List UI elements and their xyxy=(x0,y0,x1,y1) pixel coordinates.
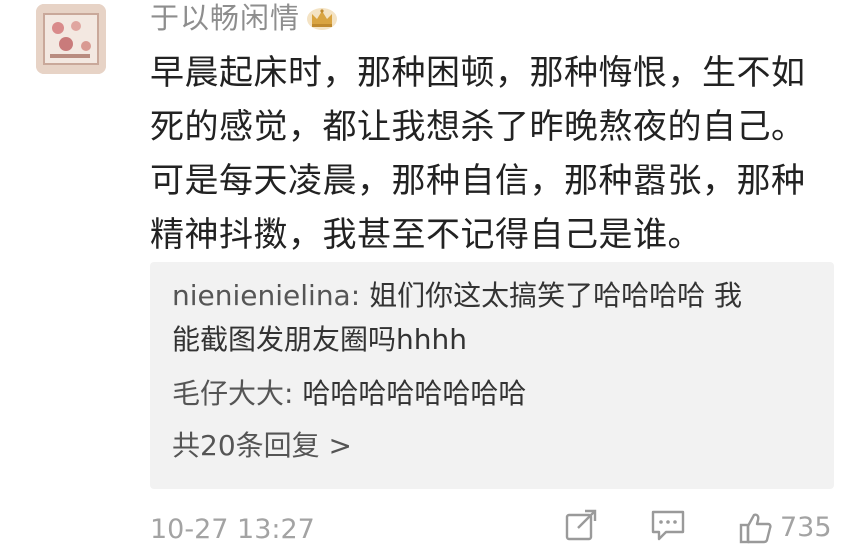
more-replies-link[interactable]: 共20条回复 > xyxy=(172,424,834,468)
author-row: 于以畅闲情 xyxy=(150,0,338,36)
like-button[interactable]: 735 xyxy=(738,508,832,544)
post-footer: 10-27 13:27 735 xyxy=(150,506,840,544)
reply-line: nienienielina: 姐们你这太搞笑了哈哈哈哈 我 xyxy=(172,274,834,318)
reply-author[interactable]: nienienielina: xyxy=(172,279,360,312)
reply-text: 能截图发朋友圈吗hhhh xyxy=(172,323,467,356)
comment-button[interactable] xyxy=(650,508,686,542)
author-name[interactable]: 于以畅闲情 xyxy=(150,0,300,36)
weibo-post: 于以畅闲情 早晨起床时，那种困顿，那种悔恨，生不如 死的感觉，都让我想杀了昨晚熬… xyxy=(0,0,865,544)
content-line: 早晨起床时，那种困顿，那种悔恨，生不如 xyxy=(150,53,806,93)
content-line: 可是每天凌晨，那种自信，那种嚣张，那种 xyxy=(150,161,806,201)
avatar[interactable] xyxy=(36,4,106,74)
thumbs-up-icon xyxy=(739,513,772,544)
reply-author[interactable]: 毛仔大大: xyxy=(172,377,293,410)
reply-text: 哈哈哈哈哈哈哈哈 xyxy=(302,377,527,410)
timestamp: 10-27 13:27 xyxy=(150,514,315,544)
post-content: 早晨起床时，那种困顿，那种悔恨，生不如 死的感觉，都让我想杀了昨晚熬夜的自己。 … xyxy=(150,46,840,262)
share-icon xyxy=(565,509,597,541)
crown-icon xyxy=(307,8,338,30)
reply-text: 姐们你这太搞笑了哈哈哈哈 我 xyxy=(369,279,742,312)
share-button[interactable] xyxy=(564,508,598,542)
content-line: 精神抖擞，我甚至不记得自己是谁。 xyxy=(150,215,702,255)
reply-item[interactable]: nienienielina: 姐们你这太搞笑了哈哈哈哈 我 能截图发朋友圈吗hh… xyxy=(172,274,834,362)
content-line: 死的感觉，都让我想杀了昨晚熬夜的自己。 xyxy=(150,107,806,147)
like-count: 735 xyxy=(780,512,832,543)
comment-icon xyxy=(651,510,685,541)
reply-line: 毛仔大大: 哈哈哈哈哈哈哈哈 xyxy=(172,372,834,416)
avatar-image xyxy=(36,4,106,74)
reply-item[interactable]: 毛仔大大: 哈哈哈哈哈哈哈哈 xyxy=(172,372,834,416)
reply-preview-box: nienienielina: 姐们你这太搞笑了哈哈哈哈 我 能截图发朋友圈吗hh… xyxy=(150,262,834,489)
